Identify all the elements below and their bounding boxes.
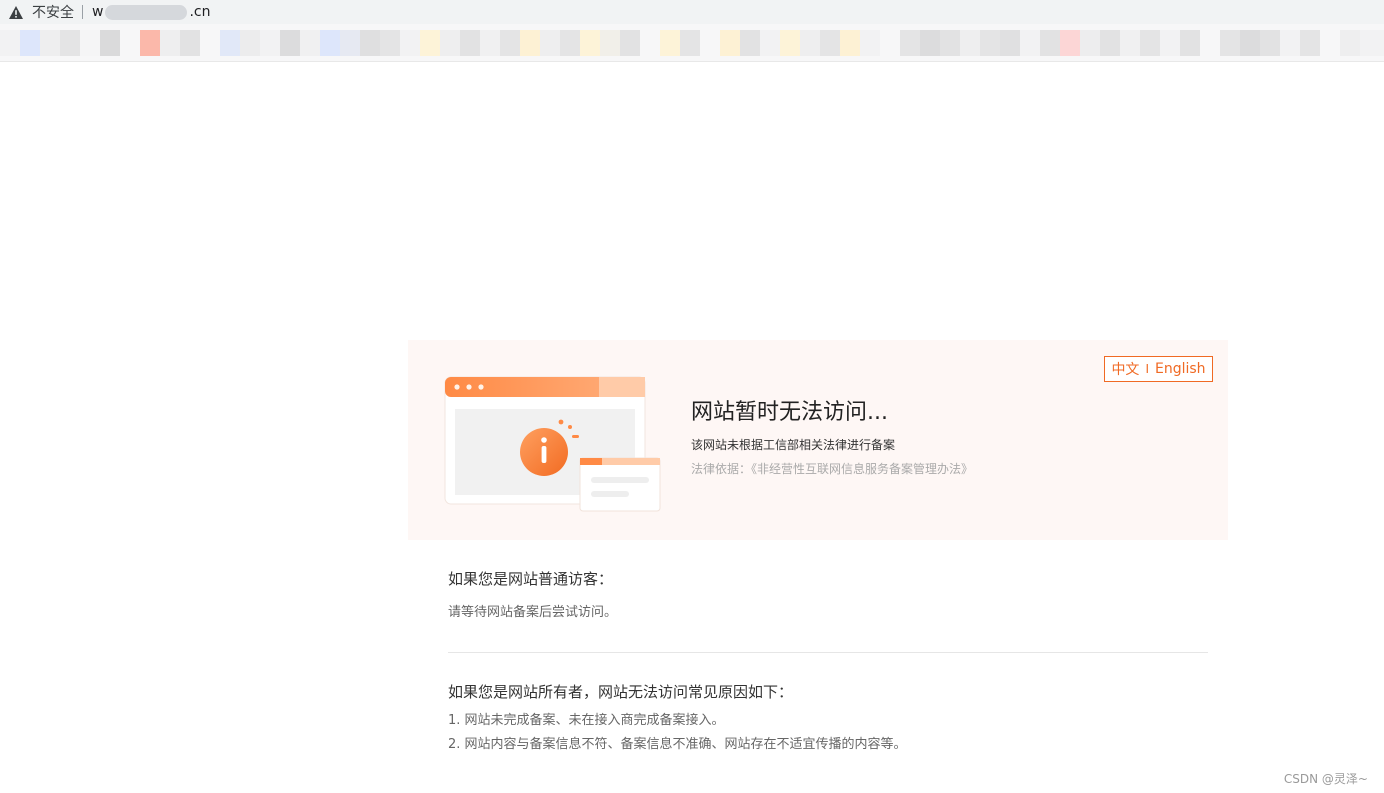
filing-notice: 该网站未根据工信部相关法律进行备案 (691, 438, 896, 452)
notice-banner: 中文 I English 网站暂时无法访问... 该网站未根据工信部相关法律进行… (408, 340, 1228, 540)
url-redacted-blur (105, 4, 188, 20)
browser-info-illustration (444, 376, 664, 516)
url-text[interactable]: w .cn (92, 4, 210, 20)
owner-heading: 如果您是网站所有者，网站无法访问常见原因如下： (448, 683, 794, 701)
url-prefix: w (92, 4, 104, 20)
language-switch[interactable]: 中文 I English (1104, 356, 1213, 382)
page-title: 网站暂时无法访问... (691, 400, 888, 425)
security-status-label[interactable]: 不安全 (32, 2, 74, 22)
legal-basis: 法律依据：《非经营性互联网信息服务备案管理办法》 (691, 462, 974, 476)
lang-separator: I (1145, 362, 1149, 376)
visitor-heading: 如果您是网站普通访客： (448, 570, 614, 588)
address-divider (82, 5, 83, 19)
url-suffix: .cn (189, 4, 211, 20)
warning-triangle-icon[interactable] (8, 4, 24, 20)
bookmarks-bar-redacted (0, 24, 1384, 62)
section-divider (448, 652, 1208, 653)
reason-item: 2. 网站内容与备案信息不符、备案信息不准确、网站存在不适宜传播的内容等。 (448, 737, 907, 752)
reason-list: 1. 网站未完成备案、未在接入商完成备案接入。 2. 网站内容与备案信息不符、备… (448, 713, 907, 761)
visitor-instruction: 请等待网站备案后尝试访问。 (448, 605, 618, 620)
csdn-watermark: CSDN @灵泽~ (1283, 772, 1368, 786)
lang-option-zh[interactable]: 中文 (1111, 359, 1139, 379)
lang-option-en[interactable]: English (1155, 361, 1206, 377)
toolbar-divider (0, 61, 1384, 62)
address-bar[interactable]: 不安全 w .cn (0, 0, 1384, 24)
reason-item: 1. 网站未完成备案、未在接入商完成备案接入。 (448, 713, 725, 728)
